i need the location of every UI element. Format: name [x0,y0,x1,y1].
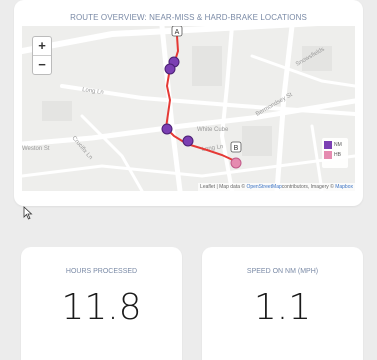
map-legend: NM HB [322,138,348,168]
street-label: White Cube [197,127,229,133]
legend-swatch-nm [324,141,332,149]
street-label: Weston St [22,146,50,152]
street-label: Long Ln [82,87,104,96]
mapbox-link[interactable]: Mapbox [335,184,353,190]
attribution-mid: contributors, Imagery © [281,184,336,190]
legend-label-nm: NM [334,142,342,148]
start-marker[interactable]: A [171,26,183,37]
road [22,154,355,178]
hours-processed-card: HOURS PROCESSED 11.8 [21,247,182,360]
map-title: ROUTE OVERVIEW: NEAR-MISS & HARD-BRAKE L… [70,13,307,22]
hard-brake-point[interactable] [230,157,242,169]
near-miss-point[interactable] [161,123,173,135]
map-tiles[interactable]: Long Ln White Cube Long Ln Bermondsey St… [22,26,355,191]
road [310,124,324,191]
map-block [192,46,222,86]
speed-on-nm-card: SPEED ON NM (MPH) 1.1 [202,247,363,360]
end-marker[interactable]: B [230,141,242,153]
route-map-card: ROUTE OVERVIEW: NEAR-MISS & HARD-BRAKE L… [14,0,363,206]
attribution-prefix: Leaflet | Map data © [200,184,247,190]
start-marker-label: A [175,29,180,36]
legend-swatch-hb [324,151,332,159]
map-block [42,101,72,121]
route-map[interactable]: Long Ln White Cube Long Ln Bermondsey St… [22,26,355,191]
stat-value: 11.8 [61,287,142,328]
stat-label: SPEED ON NM (MPH) [246,268,319,275]
road [60,84,355,116]
mouse-cursor-icon [23,206,33,220]
zoom-control: + − [32,36,52,75]
zoom-out-button[interactable]: − [33,55,51,74]
legend-item-hb: HB [324,151,346,159]
near-miss-point[interactable] [164,63,176,75]
map-block [242,126,272,156]
stat-value: 1.1 [253,287,312,328]
legend-item-nm: NM [324,141,346,149]
map-attribution: Leaflet | Map data © OpenStreetMapcontri… [198,183,355,191]
zoom-in-button[interactable]: + [33,37,51,55]
road [219,26,234,191]
stat-label: HOURS PROCESSED [65,268,138,275]
end-marker-label: B [234,145,239,152]
near-miss-point[interactable] [182,135,194,147]
legend-label-hb: HB [334,152,341,158]
osm-link[interactable]: OpenStreetMap [246,184,281,190]
